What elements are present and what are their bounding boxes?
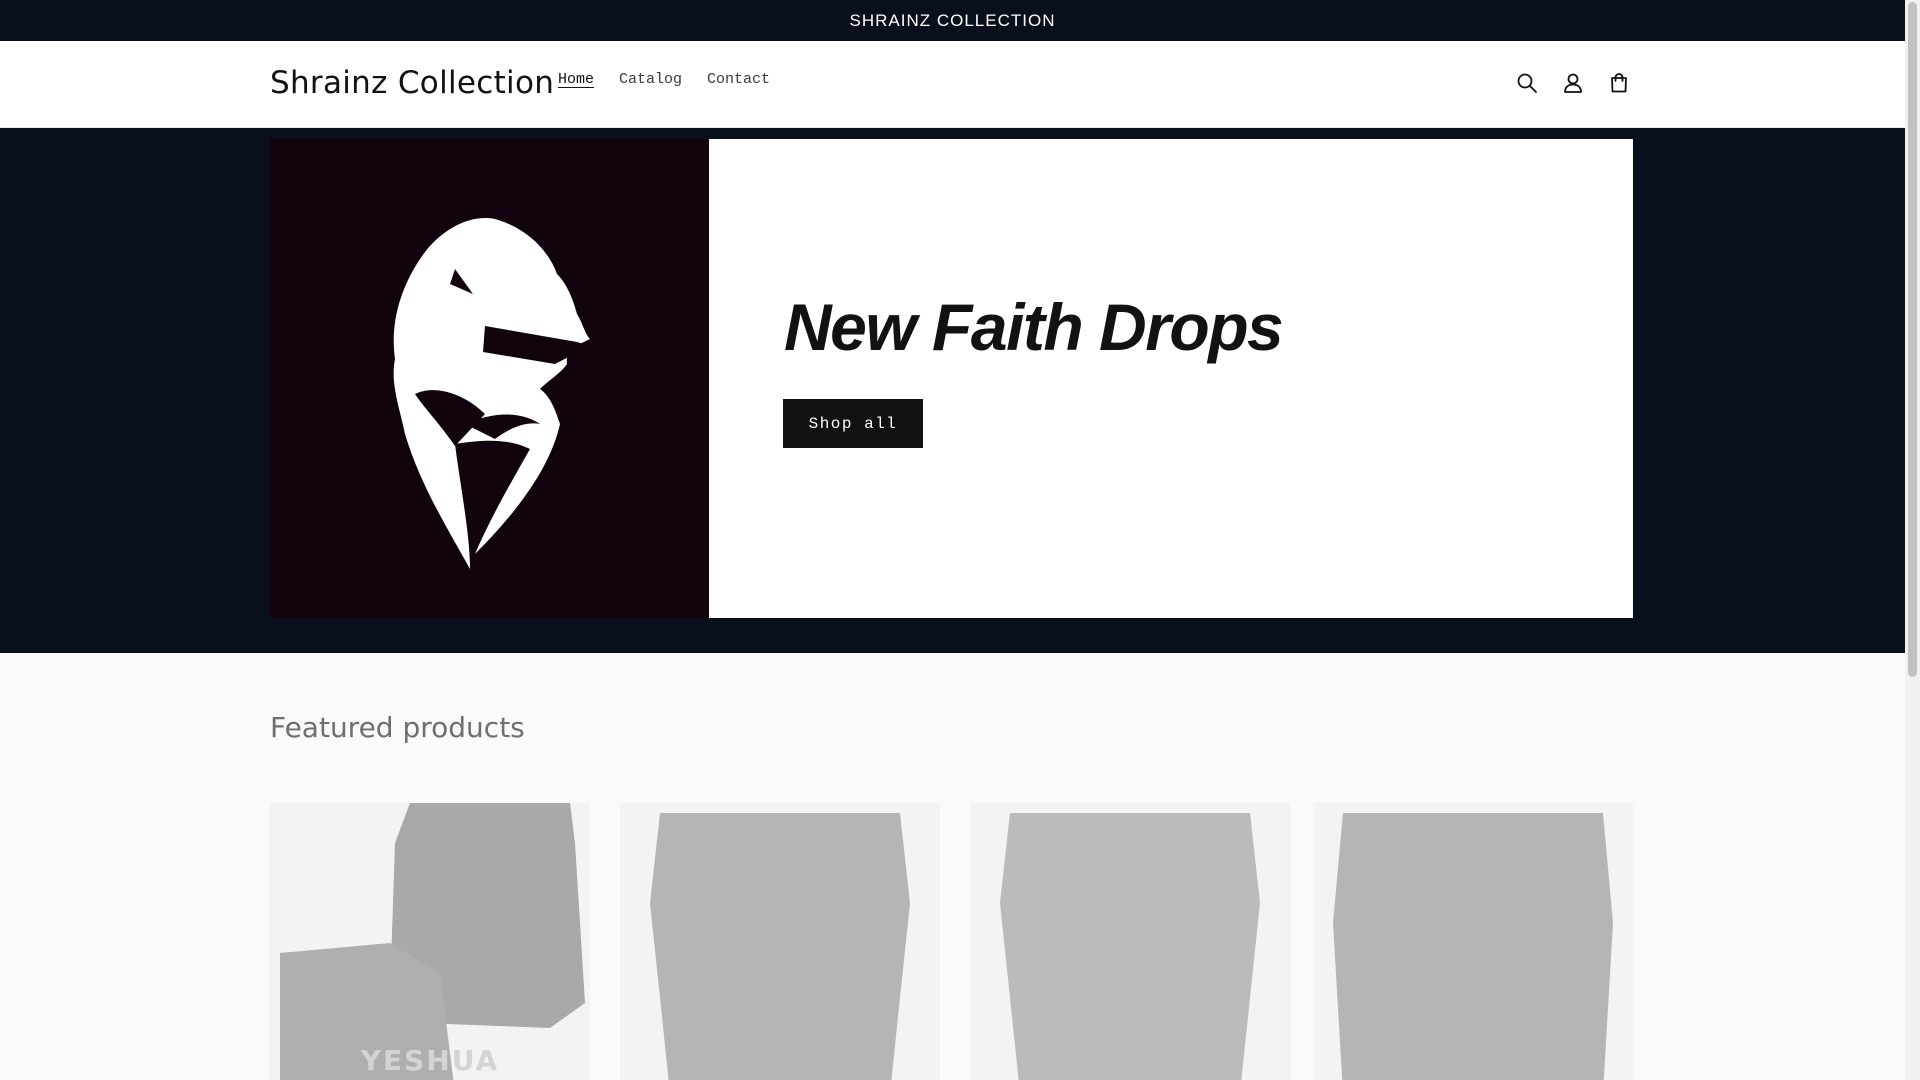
product-card[interactable]: YESHUA <box>270 803 590 1080</box>
product-card[interactable] <box>620 803 940 1080</box>
hero-banner: New Faith Drops Shop all <box>0 128 1905 653</box>
product-image-text: YESHUA <box>360 1044 500 1077</box>
lion-logo-icon <box>393 217 590 569</box>
store-logo-link[interactable]: Shrainz Collection <box>270 65 554 101</box>
featured-products-section: Featured products YESHUA <box>0 653 1905 1080</box>
page: SHRAINZ COLLECTION Shrainz Collection Ho… <box>0 0 1905 1080</box>
main-nav: Home Catalog Contact <box>558 71 770 88</box>
product-card[interactable] <box>970 803 1290 1080</box>
search-icon <box>1517 73 1537 93</box>
hero-image <box>270 139 709 618</box>
search-button[interactable] <box>1511 65 1543 101</box>
scrollbar-thumb[interactable] <box>1908 2 1917 677</box>
hero-content: New Faith Drops Shop all <box>709 139 1633 618</box>
account-button[interactable] <box>1557 65 1589 101</box>
header-icons <box>1511 65 1635 101</box>
product-image <box>1333 813 1613 1080</box>
announcement-bar: SHRAINZ COLLECTION <box>0 0 1905 41</box>
cart-icon <box>1611 73 1627 93</box>
product-image <box>1000 813 1260 1080</box>
nav-home-link[interactable]: Home <box>558 71 594 88</box>
nav-catalog-link[interactable]: Catalog <box>619 71 682 88</box>
page-scrollbar[interactable] <box>1905 0 1920 1080</box>
product-image <box>280 803 585 1080</box>
hero-heading: New Faith Drops <box>784 290 1284 364</box>
account-icon <box>1564 73 1582 93</box>
cart-button[interactable] <box>1603 65 1635 101</box>
shop-all-button[interactable]: Shop all <box>783 399 923 448</box>
site-header: Shrainz Collection Home Catalog Contact <box>0 41 1905 128</box>
announcement-text: SHRAINZ COLLECTION <box>849 10 1056 30</box>
product-image <box>650 813 910 1080</box>
nav-contact-link[interactable]: Contact <box>707 71 770 88</box>
product-card[interactable] <box>1313 803 1633 1080</box>
featured-products-heading: Featured products <box>270 711 525 744</box>
